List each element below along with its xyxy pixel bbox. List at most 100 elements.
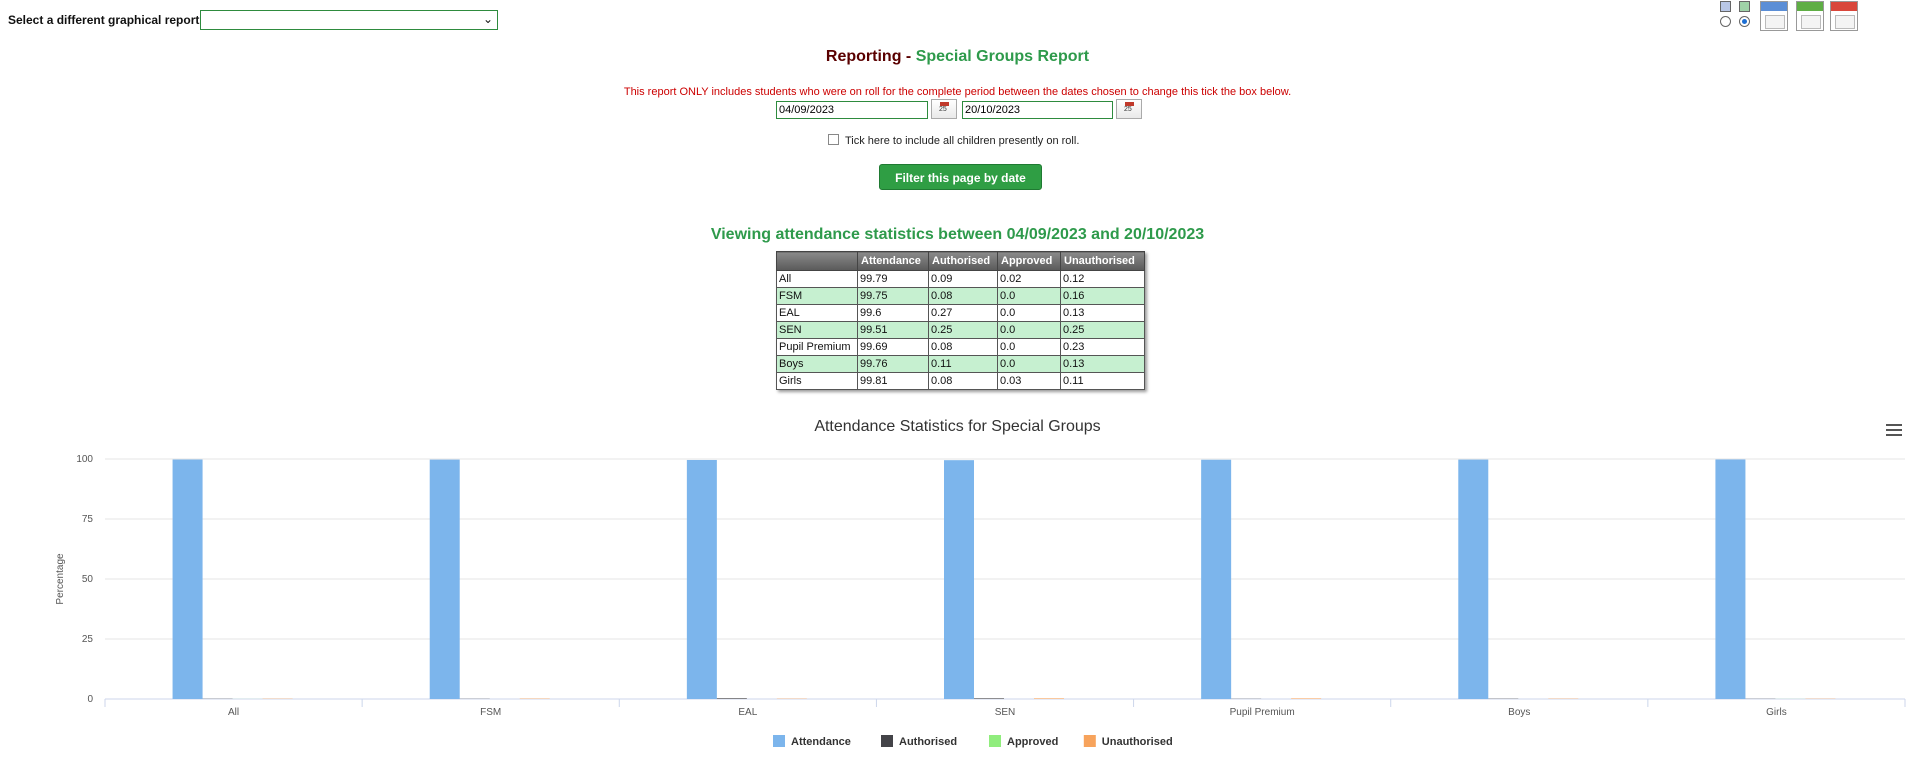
word-export-icon[interactable]: [1760, 1, 1788, 31]
table-row: Pupil Premium 99.69 0.08 0.0 0.23: [776, 338, 1145, 356]
bar-unauthorised: [1034, 698, 1064, 699]
chart-title: Attendance Statistics for Special Groups: [814, 418, 1101, 435]
stats-table: Attendance Authorised Approved Unauthori…: [776, 251, 1145, 390]
table-cell: 99.76: [857, 355, 929, 373]
legend-swatch: [881, 735, 893, 747]
table-cell: Girls: [776, 372, 858, 390]
x-tick-label: Pupil Premium: [1230, 707, 1295, 718]
legend-swatch: [1083, 735, 1096, 747]
x-tick-label: FSM: [480, 707, 501, 718]
table-cell: 0.0: [997, 287, 1061, 305]
y-axis-label: Percentage: [55, 553, 66, 605]
table-header: Authorised: [928, 251, 998, 271]
table-cell: 0.11: [928, 355, 998, 373]
table-row: SEN 99.51 0.25 0.0 0.25: [776, 321, 1145, 339]
table-cell: 99.79: [857, 270, 929, 288]
table-cell: 0.12: [1060, 270, 1145, 288]
legend-item: Authorised: [899, 736, 957, 748]
table-cell: 0.13: [1060, 304, 1145, 322]
table-cell: 0.08: [928, 338, 998, 356]
table-cell: SEN: [776, 321, 858, 339]
x-tick-label: Girls: [1766, 707, 1787, 718]
table-row: FSM 99.75 0.08 0.0 0.16: [776, 287, 1145, 305]
table-cell: 99.75: [857, 287, 929, 305]
table-header-row: Attendance Authorised Approved Unauthori…: [776, 251, 1145, 271]
table-cell: FSM: [776, 287, 858, 305]
x-tick-label: EAL: [738, 707, 757, 718]
table-cell: Pupil Premium: [776, 338, 858, 356]
bar-unauthorised: [1291, 698, 1322, 699]
y-tick-label: 0: [87, 694, 93, 705]
table-header: Attendance: [857, 251, 929, 271]
y-tick-label: 100: [76, 454, 93, 465]
bar-attendance: [429, 459, 460, 699]
roll-notice: This report ONLY includes students who w…: [623, 86, 1292, 98]
table-cell: 99.51: [857, 321, 929, 339]
pdf-export-icon[interactable]: [1830, 1, 1858, 31]
table-cell: 99.69: [857, 338, 929, 356]
date-to-calendar-button[interactable]: 25: [1116, 99, 1142, 119]
page-title: Reporting - Special Groups Report: [0, 48, 1915, 66]
bar-attendance: [686, 459, 717, 699]
stats-heading: Viewing attendance statistics between 04…: [710, 226, 1205, 243]
table-header: Unauthorised: [1060, 251, 1145, 271]
bar-attendance: [1458, 459, 1489, 699]
chart: 0 25 50 75 100 Percentage All FSM EAL SEN Pupil Pr…: [55, 454, 1906, 748]
table-cell: 0.0: [997, 321, 1061, 339]
table-row: Girls 99.81 0.08 0.03 0.11: [776, 372, 1145, 390]
y-tick-label: 75: [82, 514, 94, 525]
y-tick-label: 25: [82, 634, 94, 645]
table-cell: 0.03: [997, 372, 1061, 390]
image-view-icon: [1739, 1, 1750, 12]
table-cell: EAL: [776, 304, 858, 322]
table-cell: 0.27: [928, 304, 998, 322]
table-cell: 0.0: [997, 338, 1061, 356]
table-row: Boys 99.76 0.11 0.0 0.13: [776, 355, 1145, 373]
table-cell: 99.6: [857, 304, 929, 322]
legend-item: Approved: [1007, 736, 1058, 748]
include-on-roll-checkbox[interactable]: [828, 134, 839, 145]
excel-export-icon[interactable]: [1796, 1, 1824, 31]
table-cell: 0.23: [1060, 338, 1145, 356]
table-cell: 0.02: [997, 270, 1061, 288]
date-to-input[interactable]: [962, 101, 1113, 119]
bar-authorised: [716, 698, 747, 699]
table-cell: 0.08: [928, 372, 998, 390]
table-cell: 0.11: [1060, 372, 1145, 390]
legend-item: Unauthorised: [1102, 736, 1173, 748]
x-tick-label: Boys: [1508, 707, 1530, 718]
bar-authorised: [974, 698, 1004, 699]
y-tick-label: 50: [82, 574, 94, 585]
table-cell: All: [776, 270, 858, 288]
table-cell: 0.25: [1060, 321, 1145, 339]
x-tick-label: SEN: [995, 707, 1016, 718]
chart-menu-icon[interactable]: [1886, 424, 1902, 438]
table-cell: 0.25: [928, 321, 998, 339]
table-cell: 0.09: [928, 270, 998, 288]
table-cell: 0.16: [1060, 287, 1145, 305]
table-view-radio[interactable]: [1720, 16, 1731, 27]
legend-swatch: [773, 735, 785, 747]
date-from-input[interactable]: [776, 101, 928, 119]
page-title-prefix: Reporting -: [825, 48, 916, 65]
table-cell: 0.13: [1060, 355, 1145, 373]
filter-by-date-button[interactable]: Filter this page by date: [879, 164, 1042, 190]
legend-swatch: [989, 735, 1001, 747]
bar-attendance: [944, 460, 974, 699]
date-from-calendar-button[interactable]: 25: [931, 99, 957, 119]
chart-view-radio[interactable]: [1739, 16, 1750, 27]
legend-item: Attendance: [791, 736, 851, 748]
table-cell: Boys: [776, 355, 858, 373]
chevron-down-icon: ⌄: [482, 12, 493, 26]
table-row: EAL 99.6 0.27 0.0 0.13: [776, 304, 1145, 322]
table-view-icon: [1720, 1, 1731, 12]
report-select-label: Select a different graphical report:: [8, 13, 204, 27]
table-row: All 99.79 0.09 0.02 0.12: [776, 270, 1145, 288]
x-tick-label: All: [228, 707, 239, 718]
table-cell: 99.81: [857, 372, 929, 390]
report-select-dropdown[interactable]: ⌄: [200, 10, 498, 30]
page-title-name: Special Groups Report: [915, 48, 1090, 65]
table-cell: 0.08: [928, 287, 998, 305]
table-cell: 0.0: [997, 304, 1061, 322]
bar-attendance: [1201, 459, 1232, 699]
